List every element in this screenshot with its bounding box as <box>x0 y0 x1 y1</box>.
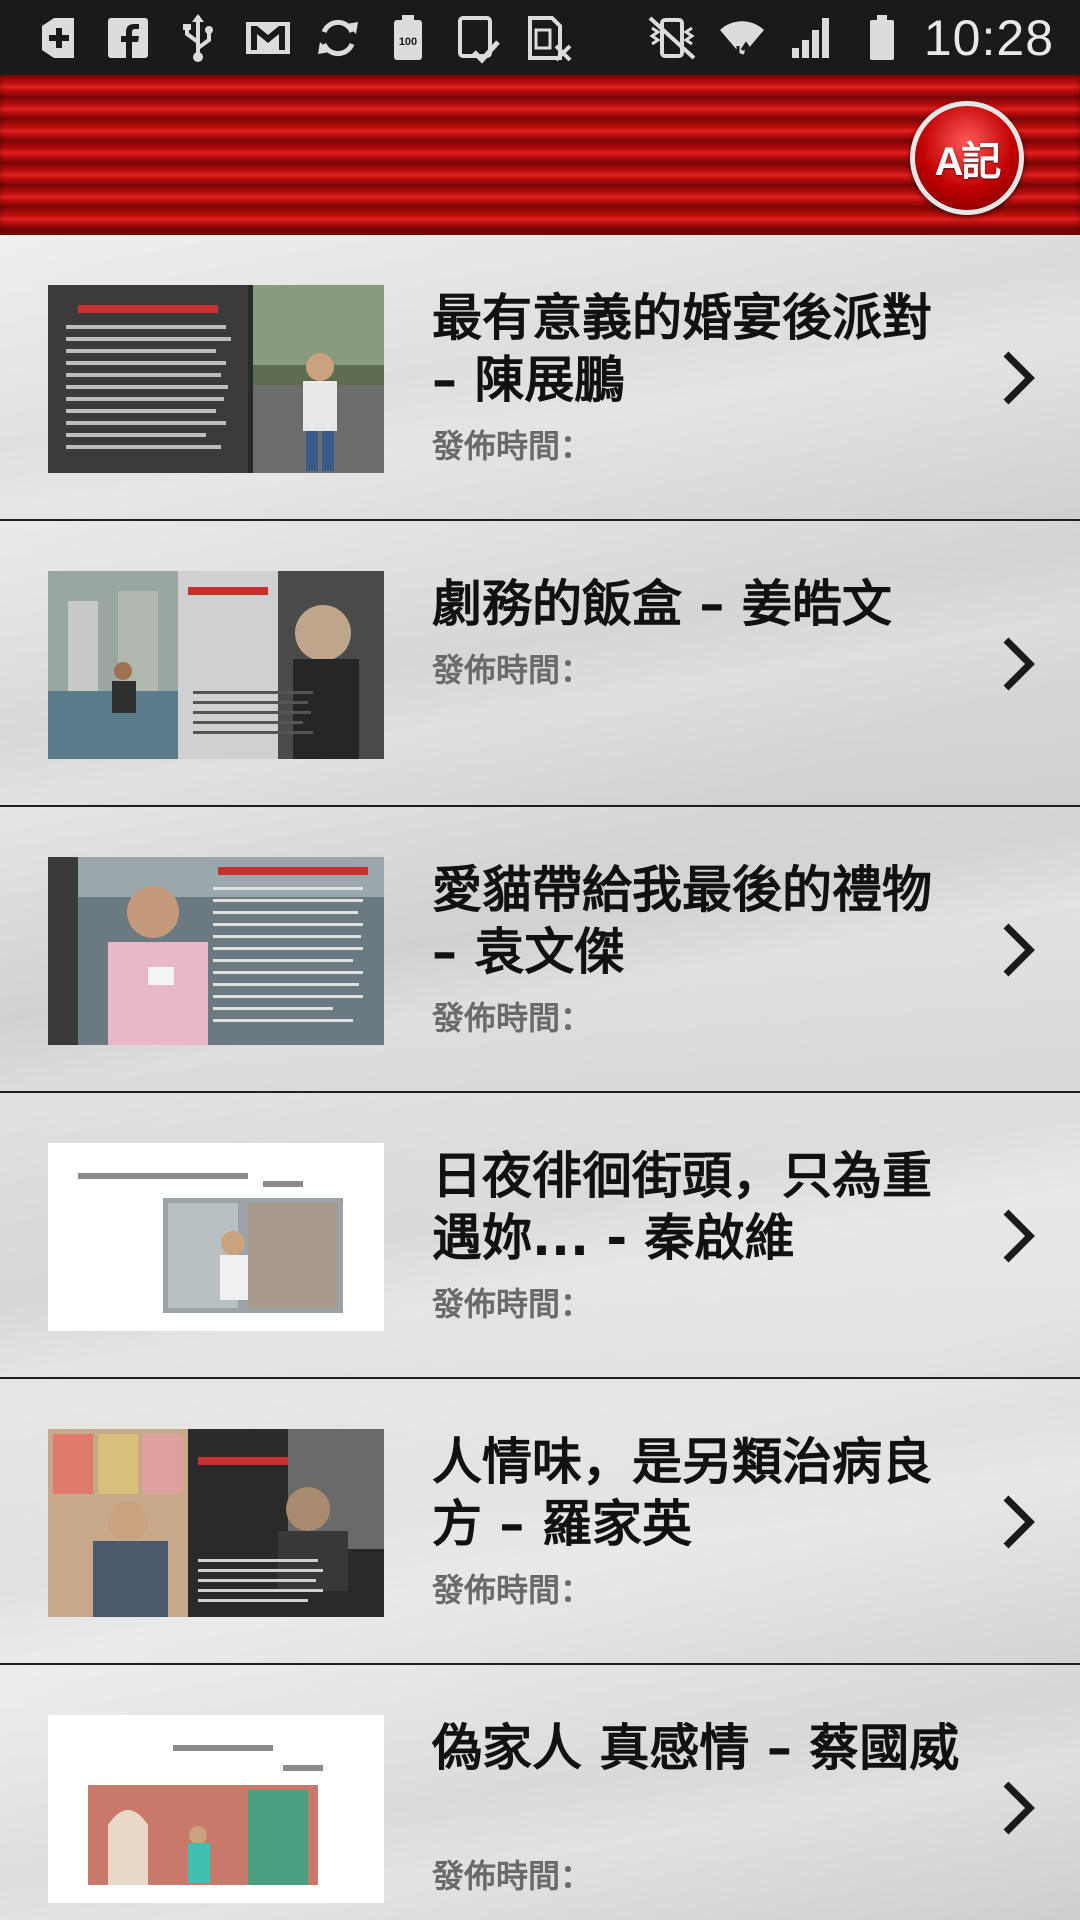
clock: 10:28 <box>923 9 1054 66</box>
logo-text: A記 <box>934 140 1002 184</box>
publish-time: 發佈時間： <box>432 1857 593 1895</box>
battery-100-icon: 100 <box>380 10 436 66</box>
article-title: 劇務的飯盒 – 姜皓文 <box>432 575 892 633</box>
vibrate-mute-icon <box>644 10 700 66</box>
publish-time: 發佈時間： <box>432 427 593 465</box>
article-thumbnail <box>48 1715 384 1903</box>
sim-card-x-icon <box>520 10 576 66</box>
list-item[interactable]: 最有意義的婚宴後派對 – 陳展鵬 發佈時間： <box>0 235 1080 521</box>
publish-time: 發佈時間： <box>432 999 593 1037</box>
publish-time: 發佈時間： <box>432 1571 593 1609</box>
article-title: 人情味，是另類治病良方 – 羅家英 <box>432 1433 932 1553</box>
article-thumbnail <box>48 1143 384 1331</box>
gmail-icon <box>240 10 296 66</box>
chevron-right-icon[interactable] <box>998 920 1038 980</box>
chevron-right-icon[interactable] <box>998 348 1038 408</box>
usb-icon <box>170 10 226 66</box>
article-thumbnail <box>48 285 384 473</box>
list-item[interactable]: 劇務的飯盒 – 姜皓文 發佈時間： <box>0 521 1080 807</box>
battery-full-icon <box>854 10 910 66</box>
article-list: 最有意義的婚宴後派對 – 陳展鵬 發佈時間： 劇務的飯盒 – 姜皓文 發佈時間：… <box>0 235 1080 1920</box>
facebook-icon <box>100 10 156 66</box>
chevron-right-icon[interactable] <box>998 634 1038 694</box>
list-item[interactable]: 日夜徘徊街頭，只為重遇妳... - 秦啟維 發佈時間： <box>0 1093 1080 1379</box>
article-title: 日夜徘徊街頭，只為重遇妳... - 秦啟維 <box>432 1147 932 1267</box>
article-thumbnail <box>48 1429 384 1617</box>
wifi-icon <box>714 10 770 66</box>
chevron-right-icon[interactable] <box>998 1778 1038 1838</box>
chevron-right-icon[interactable] <box>998 1492 1038 1552</box>
app-logo[interactable]: A記 <box>910 101 1024 215</box>
publish-time: 發佈時間： <box>432 1285 593 1323</box>
svg-text:100: 100 <box>399 36 417 48</box>
tablet-check-icon <box>450 10 506 66</box>
list-item[interactable]: 愛貓帶給我最後的禮物 – 袁文傑 發佈時間： <box>0 807 1080 1093</box>
list-item[interactable]: 人情味，是另類治病良方 – 羅家英 發佈時間： <box>0 1379 1080 1665</box>
article-thumbnail <box>48 857 384 1045</box>
article-title: 偽家人 真感情 – 蔡國威 <box>432 1719 960 1777</box>
status-bar: 100 10:28 <box>0 0 1080 75</box>
signal-icon <box>784 10 840 66</box>
chevron-right-icon[interactable] <box>998 1206 1038 1266</box>
list-item[interactable]: 偽家人 真感情 – 蔡國威 發佈時間： <box>0 1665 1080 1920</box>
article-thumbnail <box>48 571 384 759</box>
sync-icon <box>310 10 366 66</box>
add-box-icon <box>30 10 86 66</box>
article-title: 愛貓帶給我最後的禮物 – 袁文傑 <box>432 861 932 981</box>
publish-time: 發佈時間： <box>432 651 593 689</box>
app-header: A記 <box>0 75 1080 235</box>
article-title: 最有意義的婚宴後派對 – 陳展鵬 <box>432 289 932 409</box>
